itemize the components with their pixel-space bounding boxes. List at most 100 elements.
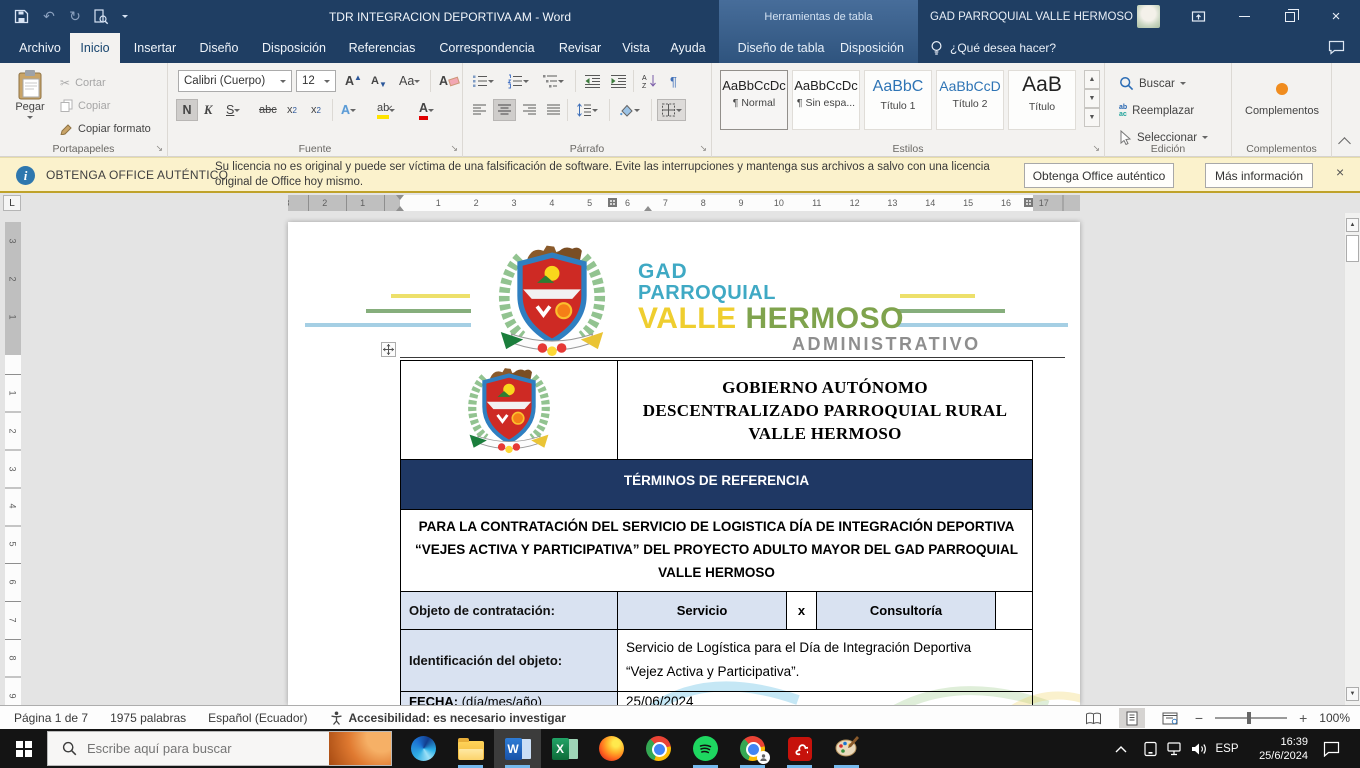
strikethrough-button[interactable]: abc [256,99,280,121]
search-input[interactable] [87,741,307,756]
get-office-button[interactable]: Obtenga Office auténtico [1024,163,1174,188]
sort-button[interactable]: AZ [639,70,661,92]
network-icon[interactable] [1162,729,1188,768]
dialog-launcher-icon[interactable]: ↘ [450,144,458,153]
taskbar-item-edge[interactable] [400,729,447,768]
tab-referencias[interactable]: Referencias [340,33,424,63]
search-daily-image[interactable] [329,732,391,765]
volume-icon[interactable] [1186,729,1212,768]
taskbar-item-spotify[interactable] [682,729,729,768]
start-button[interactable] [0,729,47,768]
styles-more-button[interactable]: ▼ [1084,108,1100,127]
superscript-button[interactable]: x2 [308,99,324,121]
minimize-button[interactable] [1222,0,1266,33]
touch-keyboard-icon[interactable] [1138,729,1162,768]
pilcrow-button[interactable]: ¶ [667,70,680,92]
italic-button[interactable]: K [201,99,215,121]
hanging-indent-marker[interactable] [396,202,404,211]
zoom-level[interactable]: 100% [1319,711,1350,725]
zoom-slider[interactable] [1215,711,1287,725]
style-titulo[interactable]: AaBTítulo [1008,70,1076,130]
addins-button[interactable]: Complementos [1242,71,1322,139]
dialog-launcher-icon[interactable]: ↘ [699,144,707,153]
bullets-button[interactable] [469,70,497,92]
taskbar-item-file-explorer[interactable] [447,729,494,768]
tab-disposicion[interactable]: Disposición [252,33,336,63]
subscript-button[interactable]: x2 [284,99,300,121]
tray-expand-icon[interactable] [1108,729,1134,768]
taskbar-item-chrome-profile[interactable] [729,729,776,768]
font-color-button[interactable]: A [416,99,437,121]
align-left-button[interactable] [469,99,490,121]
clock[interactable]: 16:3925/6/2024 [1240,729,1308,768]
highlight-button[interactable]: ab̷ [374,99,398,121]
line-spacing-button[interactable] [573,99,601,121]
dialog-launcher-icon[interactable]: ↘ [1092,144,1100,153]
zoom-in-button[interactable]: + [1299,710,1307,726]
comments-icon[interactable] [1328,40,1345,60]
restore-button[interactable] [1268,0,1312,33]
bold-button[interactable]: N [176,99,198,121]
style-sin-espaciado[interactable]: AaBbCcDc¶ Sin espa... [792,70,860,130]
avatar[interactable] [1137,5,1160,28]
table-move-handle[interactable] [381,342,396,357]
styles-scroll-down[interactable]: ▼ [1084,89,1100,108]
shrink-font-button[interactable]: A▼ [368,70,390,92]
taskbar-item-word[interactable]: W [494,729,541,768]
taskbar-item-excel[interactable]: X [541,729,588,768]
print-layout-button[interactable] [1119,708,1145,728]
zoom-slider-thumb[interactable] [1247,712,1251,724]
qat-customize-icon[interactable] [112,0,138,33]
find-button[interactable]: Buscar [1119,73,1186,94]
tab-archivo[interactable]: Archivo [12,33,68,63]
language-indicator[interactable]: Español (Ecuador) [208,711,307,725]
style-titulo1[interactable]: AaBbCTítulo 1 [864,70,932,130]
text-effects-button[interactable]: A [338,99,359,121]
ribbon-display-options-icon[interactable] [1176,0,1220,33]
word-count[interactable]: 1975 palabras [110,711,186,725]
close-button[interactable]: × [1314,0,1358,33]
format-painter-button[interactable]: Copiar formato [60,118,151,139]
document-page[interactable]: GAD PARROQUIAL VALLE HERMOSO ADMINISTRAT… [288,222,1080,705]
save-icon[interactable] [8,0,34,33]
grow-font-button[interactable]: A▲ [342,70,365,92]
tab-selector[interactable]: L [3,195,21,211]
taskbar-search[interactable] [47,731,392,766]
paste-button[interactable]: Pegar [6,69,54,143]
warning-close-icon[interactable]: × [1336,164,1344,180]
tab-correspondencia[interactable]: Correspondencia [428,33,546,63]
right-indent-marker[interactable] [644,202,652,211]
numbering-button[interactable] [504,70,532,92]
collapse-ribbon-icon[interactable] [1338,137,1351,150]
tab-insertar[interactable]: Insertar [124,33,186,63]
style-normal[interactable]: AaBbCcDc¶ Normal [720,70,788,130]
tab-inicio[interactable]: Inicio [70,33,120,63]
read-mode-button[interactable] [1081,708,1107,728]
zoom-out-button[interactable]: − [1195,710,1203,726]
tab-table-design[interactable]: Diseño de tabla [733,33,829,63]
account-name[interactable]: GAD PARROQUIAL VALLE HERMOSO [930,0,1133,33]
tab-table-layout[interactable]: Disposición [833,33,911,63]
clear-formatting-button[interactable]: A [436,70,462,92]
justify-button[interactable] [543,99,564,121]
change-case-button[interactable]: Aa [396,70,423,92]
tab-ayuda[interactable]: Ayuda [662,33,714,63]
shading-button[interactable] [615,99,643,121]
table-column-marker[interactable] [608,198,617,207]
vertical-ruler[interactable]: 321 123456789 [5,222,21,705]
web-layout-button[interactable] [1157,708,1183,728]
taskbar-item-firefox[interactable] [588,729,635,768]
accessibility-status[interactable]: Accesibilidad: es necesario investigar [330,711,566,725]
multilevel-list-button[interactable] [539,70,567,92]
taskbar-item-chrome[interactable] [635,729,682,768]
tab-revisar[interactable]: Revisar [550,33,610,63]
increase-indent-button[interactable] [607,70,630,92]
more-info-button[interactable]: Más información [1205,163,1313,188]
scrollbar-thumb[interactable] [1346,235,1359,262]
tellme-box[interactable]: ¿Qué desea hacer? [930,33,1056,63]
replace-button[interactable]: abacReemplazar [1119,100,1194,121]
vertical-scrollbar[interactable]: ▲ ▼ [1344,213,1360,705]
language-indicator[interactable]: ESP [1212,729,1242,768]
taskbar-item-acrobat[interactable] [776,729,823,768]
print-preview-icon[interactable] [88,0,114,33]
